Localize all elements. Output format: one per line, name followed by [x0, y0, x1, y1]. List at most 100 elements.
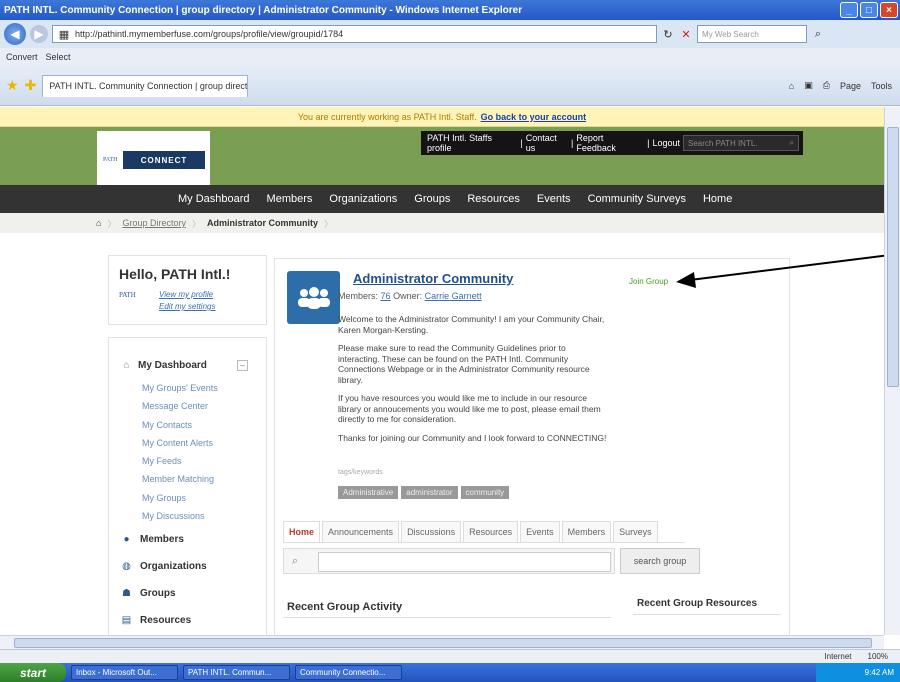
- sidebar-item-label: Organizations: [140, 561, 207, 572]
- sidebar-item-resources[interactable]: ▤ Resources: [121, 615, 191, 626]
- browser-search-placeholder: My Web Search: [702, 29, 759, 39]
- recent-activity-heading: Recent Group Activity: [287, 601, 403, 613]
- sidebar-item-organizations[interactable]: ◍ Organizations: [121, 561, 207, 572]
- description-paragraph: Thanks for joining our Community and I l…: [338, 432, 607, 443]
- back-to-account-link[interactable]: Go back to your account: [481, 112, 587, 122]
- document-icon: ▤: [121, 615, 132, 626]
- browser-tab[interactable]: PATH INTL. Community Connection | group …: [42, 74, 249, 97]
- tag[interactable]: Administrative: [338, 486, 399, 499]
- feeds-icon[interactable]: ▣: [804, 80, 813, 91]
- browser-search-input[interactable]: My Web Search: [697, 25, 807, 43]
- sidebar-item-my-feeds[interactable]: My Feeds: [142, 452, 218, 470]
- zoom-level[interactable]: 100%: [868, 652, 888, 661]
- group-title[interactable]: Administrator Community: [353, 271, 513, 286]
- staff-profile-link[interactable]: PATH Intl. Staffs profile: [427, 133, 517, 153]
- nav-events[interactable]: Events: [537, 193, 571, 205]
- horizontal-scrollbar[interactable]: [0, 635, 884, 649]
- url-field[interactable]: ▦ http://pathintl.mymemberfuse.com/group…: [52, 25, 657, 43]
- sidebar-item-my-discussions[interactable]: My Discussions: [142, 507, 218, 525]
- description-paragraph: Please make sure to read the Community G…: [338, 343, 590, 385]
- nav-my-dashboard[interactable]: My Dashboard: [178, 193, 250, 205]
- select-button[interactable]: Select: [46, 52, 71, 62]
- logout-link[interactable]: Logout: [652, 138, 680, 148]
- sidebar-item-groups[interactable]: ☗ Groups: [121, 588, 176, 599]
- scroll-thumb[interactable]: [14, 638, 872, 648]
- edit-settings-link[interactable]: Edit my settings: [159, 301, 215, 313]
- sidebar-item-my-groups-events[interactable]: My Groups' Events: [142, 379, 218, 397]
- taskbar-item-outlook[interactable]: Inbox - Microsoft Out...: [71, 665, 178, 680]
- sidebar-item-my-groups[interactable]: My Groups: [142, 489, 218, 507]
- print-icon[interactable]: ⎙: [823, 80, 830, 91]
- stop-icon[interactable]: ✕: [679, 27, 693, 41]
- staff-notice: You are currently working as PATH Intl. …: [0, 107, 884, 127]
- search-group-button[interactable]: search group: [620, 548, 700, 574]
- sidebar: ⌂ My Dashboard – My Groups' Events Messa…: [108, 337, 267, 636]
- tab-announcements[interactable]: Announcements: [322, 521, 400, 542]
- window-title: PATH INTL. Community Connection | group …: [4, 4, 523, 16]
- system-tray: 9:42 AM: [816, 663, 900, 682]
- dashboard-submenu: My Groups' Events Message Center My Cont…: [142, 379, 218, 525]
- home-icon[interactable]: ⌂: [789, 81, 794, 91]
- join-group-button[interactable]: Join Group: [629, 277, 668, 286]
- sidebar-item-label: My Dashboard: [138, 360, 207, 371]
- sidebar-item-my-dashboard[interactable]: ⌂ My Dashboard: [121, 360, 207, 371]
- collapse-button[interactable]: –: [237, 360, 248, 371]
- tab-home[interactable]: Home: [283, 521, 321, 542]
- nav-groups[interactable]: Groups: [414, 193, 450, 205]
- tag[interactable]: administrator: [401, 486, 458, 499]
- globe-icon: ◍: [122, 561, 131, 572]
- back-button[interactable]: ◀: [4, 23, 26, 45]
- main-nav: My Dashboard Members Organizations Group…: [0, 185, 884, 213]
- person-icon: ●: [123, 534, 130, 545]
- url-text: http://pathintl.mymemberfuse.com/groups/…: [75, 29, 344, 39]
- members-label: Members:: [338, 291, 379, 301]
- tab-resources[interactable]: Resources: [463, 521, 519, 542]
- scroll-thumb[interactable]: [887, 127, 899, 387]
- sidebar-item-members[interactable]: ● Members: [121, 534, 183, 545]
- maximize-button[interactable]: □: [860, 2, 878, 18]
- tools-menu[interactable]: Tools: [871, 81, 892, 91]
- site-logo[interactable]: PATH CONNECT: [97, 131, 210, 185]
- report-feedback-link[interactable]: Report Feedback: [576, 133, 644, 153]
- taskbar-item-community[interactable]: Community Connectio...: [295, 665, 402, 680]
- links-bar: Convert Select: [0, 48, 900, 66]
- owner-label: Owner:: [393, 291, 423, 301]
- owner-link[interactable]: Carrie Garnett: [425, 291, 482, 301]
- sidebar-item-my-contacts[interactable]: My Contacts: [142, 416, 218, 434]
- sidebar-item-member-matching[interactable]: Member Matching: [142, 470, 218, 488]
- favorites-star-icon[interactable]: ★: [6, 77, 19, 94]
- tab-members[interactable]: Members: [561, 521, 612, 542]
- taskbar-item-ie[interactable]: PATH INTL. Commun...: [183, 665, 290, 680]
- search-icon[interactable]: ⌕: [811, 27, 825, 41]
- breadcrumb-group-directory[interactable]: Group Directory: [122, 218, 186, 228]
- nav-home[interactable]: Home: [703, 193, 732, 205]
- nav-organizations[interactable]: Organizations: [329, 193, 397, 205]
- start-button[interactable]: start: [0, 663, 66, 682]
- nav-resources[interactable]: Resources: [467, 193, 520, 205]
- forward-button[interactable]: ▶: [30, 25, 48, 43]
- home-icon[interactable]: ⌂: [96, 218, 101, 228]
- contact-link[interactable]: Contact us: [526, 133, 568, 153]
- add-favorites-icon[interactable]: ✚: [25, 77, 37, 94]
- minimize-button[interactable]: _: [840, 2, 858, 18]
- nav-members[interactable]: Members: [267, 193, 313, 205]
- avatar: PATH: [119, 291, 136, 299]
- group-search-input[interactable]: [318, 552, 611, 572]
- tab-surveys[interactable]: Surveys: [613, 521, 658, 542]
- tag[interactable]: community: [460, 486, 510, 499]
- page-menu[interactable]: Page: [840, 81, 861, 91]
- refresh-icon[interactable]: ↻: [661, 27, 675, 41]
- close-button[interactable]: ×: [880, 2, 898, 18]
- sidebar-item-message-center[interactable]: Message Center: [142, 397, 218, 415]
- convert-button[interactable]: Convert: [6, 52, 38, 62]
- header-links: PATH Intl. Staffs profile | Contact us | R…: [421, 131, 803, 155]
- sidebar-item-my-content-alerts[interactable]: My Content Alerts: [142, 434, 218, 452]
- nav-community-surveys[interactable]: Community Surveys: [588, 193, 686, 205]
- view-profile-link[interactable]: View my profile: [159, 289, 215, 301]
- tab-events[interactable]: Events: [520, 521, 560, 542]
- site-search-input[interactable]: Search PATH INTL. ⌕: [683, 135, 799, 151]
- vertical-scrollbar[interactable]: [884, 107, 900, 635]
- members-count-link[interactable]: 76: [381, 291, 391, 301]
- tab-discussions[interactable]: Discussions: [401, 521, 462, 542]
- site-search-icon[interactable]: ⌕: [790, 138, 794, 148]
